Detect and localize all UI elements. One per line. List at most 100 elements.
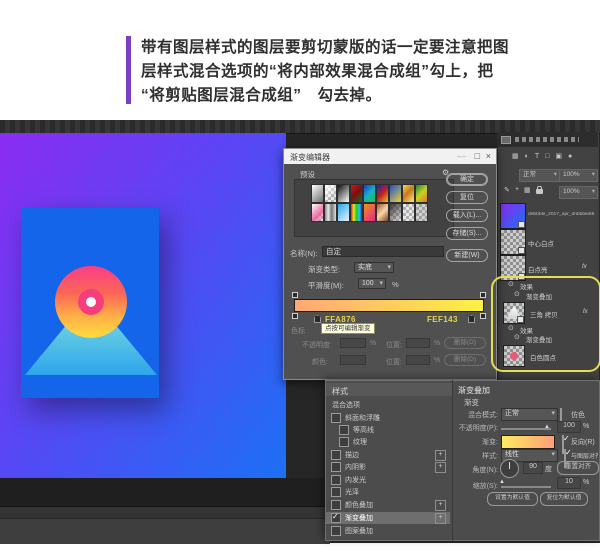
stop-location-input[interactable]	[406, 355, 430, 365]
opacity-slider-handle[interactable]: ▲	[544, 424, 550, 430]
maximize-button[interactable]: □	[475, 151, 480, 162]
reset-align-button[interactable]: 重置对齐	[557, 461, 599, 475]
opacity-stop-right[interactable]	[480, 292, 486, 298]
opacity-dropdown[interactable]: 100%	[559, 169, 598, 182]
color-stop-left[interactable]	[292, 313, 298, 319]
gradient-preset-swatch[interactable]	[337, 203, 350, 222]
gradient-preset-swatch[interactable]	[311, 184, 324, 203]
gradient-preset-swatch[interactable]	[415, 184, 428, 203]
blend-mode-select[interactable]: 正常	[501, 408, 558, 421]
eye-icon[interactable]: ⊙	[508, 324, 514, 332]
add-effect-button[interactable]: +	[435, 513, 446, 524]
set-default-button[interactable]: 设置为默认值	[487, 492, 538, 506]
checkbox[interactable]	[331, 475, 341, 485]
new-button[interactable]: 新建(W)	[446, 249, 488, 262]
layer-name[interactable]: 白色圆点	[530, 352, 556, 362]
layer-name[interactable]: 中心白点	[528, 238, 554, 248]
gradient-preset-swatch[interactable]	[311, 203, 324, 222]
gradient-preset-swatch[interactable]	[389, 203, 402, 222]
fx-badge[interactable]: fx	[583, 309, 588, 315]
layer-thumbnail-dot[interactable]	[503, 345, 525, 367]
gradient-swatch[interactable]	[501, 435, 555, 449]
checkbox[interactable]	[331, 462, 341, 472]
style-item-inner-shadow[interactable]: 内阴影 +	[326, 461, 450, 473]
gradient-preset-swatch[interactable]	[324, 203, 337, 222]
blending-options-item[interactable]: 混合选项	[332, 400, 360, 410]
gradient-preset-swatch[interactable]	[402, 184, 415, 203]
stop-opacity-input[interactable]	[340, 338, 366, 348]
gradient-preset-swatch[interactable]	[376, 184, 389, 203]
layer-thumbnail-checker[interactable]	[500, 229, 526, 255]
style-item-gradient-overlay[interactable]: 渐变叠加 +	[326, 512, 450, 524]
blend-mode-dropdown[interactable]: 正常	[519, 169, 560, 182]
scale-value[interactable]: 10	[557, 477, 581, 489]
close-button[interactable]: ×	[486, 151, 491, 162]
style-item-bevel[interactable]: 斜面和浮雕	[326, 412, 450, 424]
layer-thumbnail-checker[interactable]	[500, 255, 526, 281]
checkbox[interactable]	[331, 413, 341, 423]
layer-thumbnail-artwork[interactable]	[500, 203, 526, 229]
angle-value[interactable]: 90	[523, 462, 543, 474]
gradient-preset-swatch[interactable]	[350, 203, 363, 222]
checkbox[interactable]	[331, 513, 341, 523]
gradient-bar[interactable]	[294, 299, 484, 312]
add-effect-button[interactable]: +	[435, 500, 446, 511]
gradient-preset-swatch[interactable]	[363, 203, 376, 222]
style-item-contour[interactable]: 等高线	[326, 424, 450, 436]
load-button[interactable]: 载入(L)...	[446, 209, 488, 222]
checkbox[interactable]	[331, 450, 341, 460]
opacity-stop-left[interactable]	[292, 292, 298, 298]
minimize-button[interactable]: —	[457, 151, 466, 162]
save-button[interactable]: 存储(S)...	[446, 227, 488, 240]
angle-dial[interactable]	[500, 459, 519, 478]
gradient-preset-swatch[interactable]	[324, 184, 337, 203]
style-item-stroke[interactable]: 描边 +	[326, 449, 450, 461]
name-input[interactable]: 自定	[322, 246, 444, 257]
eye-icon[interactable]: ⊙	[514, 290, 520, 298]
checkbox[interactable]	[331, 487, 341, 497]
gradient-preset-swatch[interactable]	[363, 184, 376, 203]
checkbox[interactable]	[339, 425, 349, 435]
lock-all-icon[interactable]	[536, 189, 543, 194]
layers-panel-tab[interactable]	[497, 132, 598, 147]
gradient-preset-swatch[interactable]	[389, 184, 402, 203]
lock-move-icon[interactable]: +	[515, 186, 519, 193]
gradient-type-dropdown[interactable]: 实底	[354, 262, 394, 273]
gradient-preset-swatch[interactable]	[415, 203, 428, 222]
dialog-titlebar[interactable]: 渐变编辑器 — □ ×	[284, 149, 496, 164]
smoothness-dropdown[interactable]: 100	[358, 278, 386, 289]
scale-slider-handle[interactable]: ▲	[499, 479, 505, 485]
stop-location-input[interactable]	[406, 338, 430, 348]
layer-name[interactable]: 白点亮	[528, 264, 548, 274]
checkbox[interactable]	[331, 500, 341, 510]
layer-name[interactable]: 三角 拷贝	[530, 309, 558, 319]
effect-gradient-overlay[interactable]: 渐变叠加	[526, 334, 552, 344]
poster-card[interactable]	[21, 208, 159, 398]
gradient-preset-swatch[interactable]	[350, 184, 363, 203]
style-item-inner-glow[interactable]: 内发光	[326, 474, 450, 486]
effect-gradient-overlay[interactable]: 渐变叠加	[526, 291, 552, 301]
add-effect-button[interactable]: +	[435, 462, 446, 473]
style-item-satin[interactable]: 光泽	[326, 486, 450, 498]
style-item-color-overlay[interactable]: 颜色叠加 +	[326, 499, 450, 511]
checkbox[interactable]	[339, 437, 349, 447]
reset-button[interactable]: 复位	[446, 191, 488, 204]
reset-default-button[interactable]: 复位为默认值	[540, 492, 588, 506]
lock-brush-icon[interactable]: ✎	[504, 186, 510, 194]
layer-name[interactable]: dribbble_2017_apr_dribbble69	[528, 212, 596, 217]
fill-dropdown[interactable]: 100%	[559, 186, 598, 199]
checkbox[interactable]	[331, 526, 341, 536]
delete-color-stop-button[interactable]: 删除(D)	[444, 354, 486, 366]
gradient-preset-swatch[interactable]	[402, 203, 415, 222]
lock-transparency-icon[interactable]: ▦	[524, 186, 531, 194]
color-stop-right[interactable]	[480, 313, 486, 319]
add-effect-button[interactable]: +	[435, 450, 446, 461]
gradient-preset-swatch[interactable]	[337, 184, 350, 203]
stop-color-swatch[interactable]	[340, 355, 366, 365]
canvas[interactable]	[0, 133, 286, 478]
ok-button[interactable]: 确定	[446, 173, 488, 186]
opacity-value[interactable]: 100	[557, 421, 581, 433]
gradient-preset-swatch[interactable]	[376, 203, 389, 222]
layer-thumbnail-triangle[interactable]	[503, 302, 525, 324]
style-item-pattern-overlay[interactable]: 图案叠加	[326, 525, 450, 537]
